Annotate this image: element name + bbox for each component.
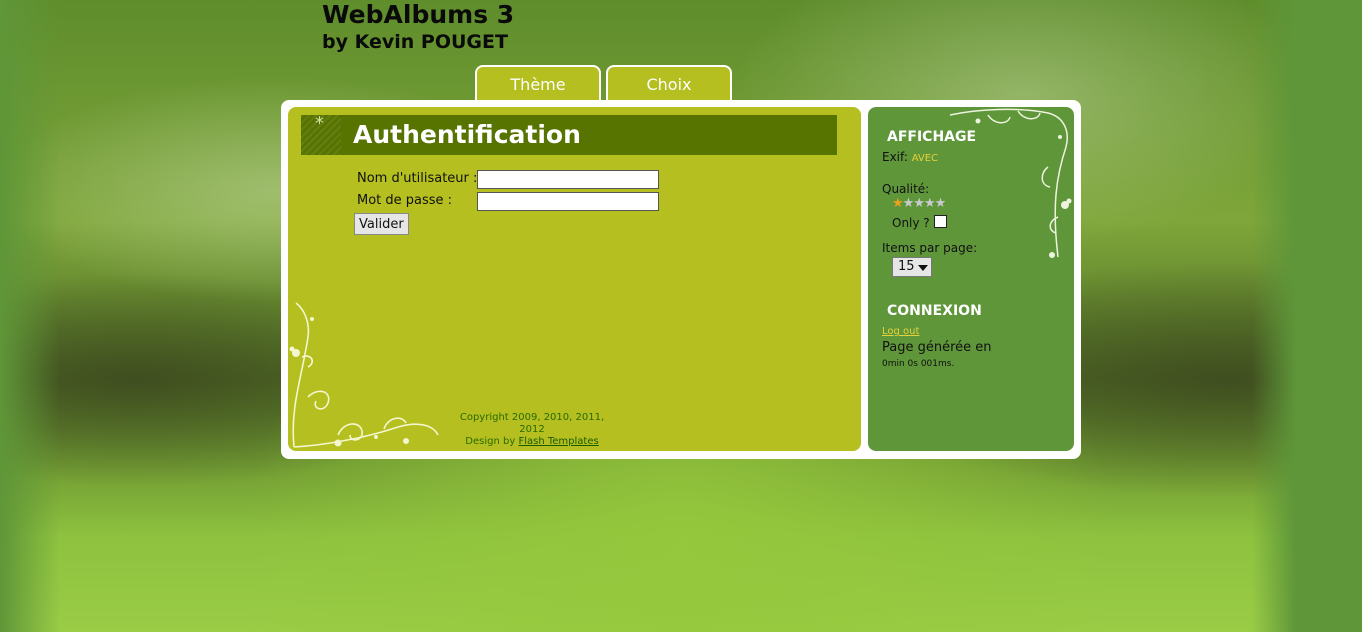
only-label: Only ? — [892, 216, 930, 230]
site-subtitle: by Kevin POUGET — [322, 31, 508, 53]
affichage-heading: AFFICHAGE — [887, 129, 977, 145]
only-filter: Only ? — [892, 215, 947, 230]
tab-theme[interactable]: Thème — [475, 65, 601, 101]
page-footer: Copyright 2009, 2010, 2011, 2012 Design … — [448, 412, 616, 448]
password-field[interactable] — [477, 192, 659, 211]
chevron-down-icon — [918, 265, 928, 271]
logout-link[interactable]: Log out — [882, 326, 919, 337]
star-icon[interactable]: ★ — [924, 196, 936, 211]
star-icon[interactable]: ★ — [935, 196, 947, 211]
generated-time: 0min 0s 001ms. — [882, 359, 955, 369]
submit-button[interactable]: Valider — [354, 213, 409, 235]
username-label: Nom d'utilisateur : — [357, 171, 478, 186]
site-title: WebAlbums 3 — [322, 0, 515, 29]
generated-label: Page générée en — [882, 340, 992, 355]
exif-setting: Exif: AVEC — [882, 150, 938, 164]
items-per-page-select[interactable]: 15 — [892, 257, 932, 277]
items-per-page-value: 15 — [898, 259, 915, 274]
star-icon[interactable]: ★ — [913, 196, 925, 211]
flash-templates-link[interactable]: Flash Templates — [518, 436, 598, 447]
background-left-edge — [0, 0, 60, 632]
floral-swirl-decoration — [289, 302, 439, 448]
sidebar-panel: AFFICHAGE Exif: AVEC Qualité: ★★★★★ Only… — [868, 107, 1074, 451]
page-title: Authentification — [353, 120, 581, 149]
only-checkbox[interactable] — [933, 215, 947, 228]
star-icon[interactable]: ★ — [892, 196, 904, 211]
password-label: Mot de passe : — [357, 193, 453, 208]
main-panel: * Authentification Nom d'utilisateur : M… — [288, 107, 861, 451]
username-field[interactable] — [477, 170, 659, 189]
heading-bar: * Authentification — [301, 113, 837, 155]
design-credit-prefix: Design by — [465, 436, 516, 447]
items-per-page-label: Items par page: — [882, 241, 978, 255]
design-credit: Design by Flash Templates — [448, 436, 616, 448]
exif-toggle-link[interactable]: AVEC — [912, 153, 938, 164]
background-right-edge — [1252, 0, 1362, 632]
star-icon[interactable]: ★ — [903, 196, 915, 211]
quality-label: Qualité: — [882, 182, 930, 196]
connexion-heading: CONNEXION — [887, 303, 982, 319]
exif-label: Exif: — [882, 150, 908, 164]
tab-choix[interactable]: Choix — [606, 65, 732, 101]
quality-rating: ★★★★★ — [892, 196, 947, 211]
asterisk-icon: * — [315, 113, 324, 134]
copyright-text: Copyright 2009, 2010, 2011, 2012 — [459, 412, 605, 435]
